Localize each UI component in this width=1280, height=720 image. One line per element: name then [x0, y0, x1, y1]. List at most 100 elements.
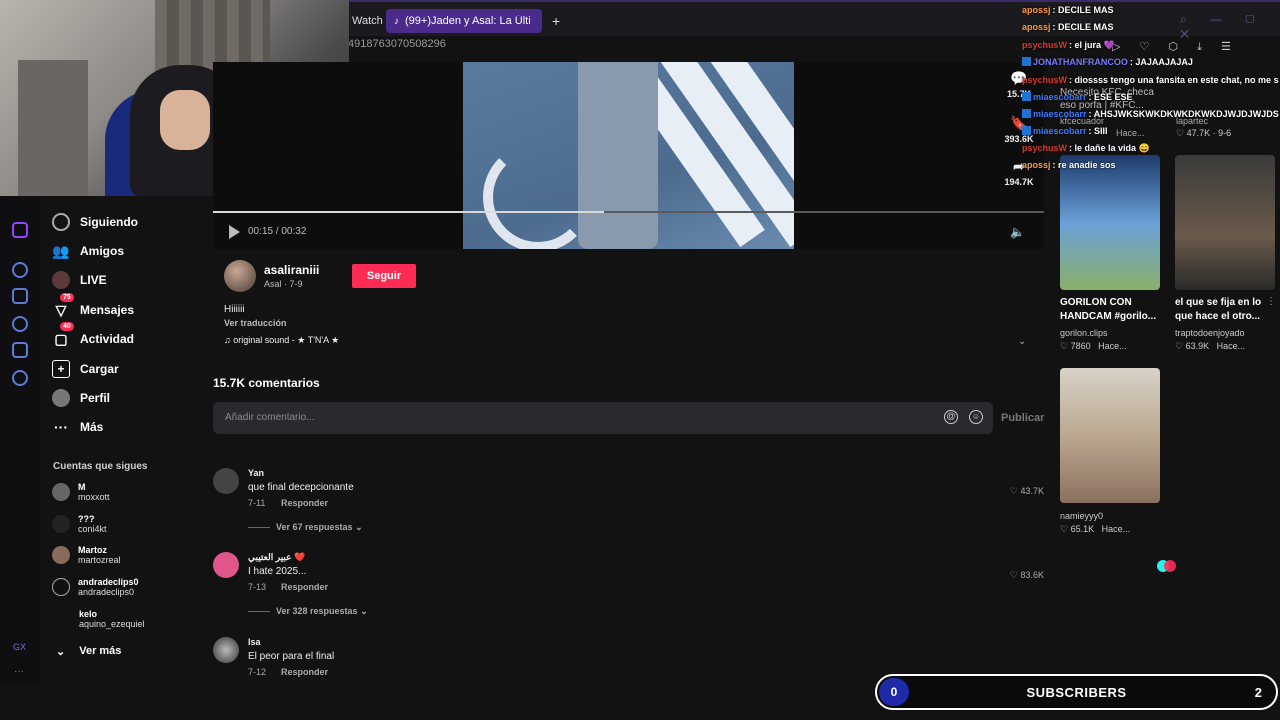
author-avatar[interactable]	[224, 260, 256, 292]
activity-icon: ▢ 40	[52, 322, 74, 348]
like-button[interactable]: ♡ 83.6K	[1010, 570, 1044, 581]
mention-icon[interactable]: @	[944, 410, 958, 424]
comment-user[interactable]: Yan	[248, 468, 264, 478]
followed-account[interactable]: andradeclips0 andradeclips0	[52, 577, 139, 597]
chat-message: psychusW: diossss tengo una fansita en e…	[1022, 75, 1279, 85]
account-name: kelo	[79, 609, 98, 619]
see-more-button[interactable]: ⌄ Ver más	[56, 645, 121, 658]
avatar	[52, 483, 70, 501]
notification-badge: 75	[60, 293, 74, 302]
rec-thumbnail[interactable]	[1060, 155, 1160, 290]
rec-author[interactable]: traptodoenjoyado	[1175, 328, 1245, 338]
like-button[interactable]: ♡ 43.7K	[1010, 486, 1044, 497]
player-icon[interactable]	[12, 262, 28, 278]
rec-thumbnail[interactable]	[1175, 155, 1275, 290]
volume-icon[interactable]: 🔈	[1010, 225, 1025, 239]
account-handle: moxxott	[78, 492, 110, 502]
shares-count: 194.7K	[1004, 177, 1034, 187]
prime-badge-icon	[1022, 57, 1031, 66]
nav-activity[interactable]: ▢ 40 Actividad	[52, 322, 134, 348]
avatar[interactable]	[213, 637, 239, 663]
comment-input[interactable]: Añadir comentario... @ ☺	[213, 402, 993, 434]
heart-icon: ♡	[1009, 570, 1021, 580]
webcam-face	[160, 90, 210, 150]
nav-upload[interactable]: + Cargar	[52, 360, 119, 378]
chat-text: : JAJAAJAJAJ	[1129, 57, 1193, 67]
reply-button[interactable]: Responder	[281, 667, 328, 677]
rec-meta: ♡ 65.1K Hace...	[1060, 524, 1130, 535]
nav-live[interactable]: LIVE	[52, 271, 107, 289]
new-tab-button[interactable]: +	[544, 9, 564, 33]
rec-title[interactable]: el que se fija en lo que hace el otro...	[1175, 296, 1270, 324]
url-text[interactable]: 4918763070508296	[348, 38, 446, 50]
more-icon[interactable]: ···	[14, 666, 24, 677]
rec-author[interactable]: namieyyy0	[1060, 511, 1103, 521]
video-progress-bar[interactable]	[213, 211, 1044, 213]
account-name: Martoz	[78, 545, 107, 555]
chat-text: : el jura 💜	[1069, 40, 1115, 50]
divider	[248, 611, 270, 613]
chat-user: apossj	[1022, 5, 1051, 15]
chat-text: : SIII	[1088, 126, 1108, 136]
nav-profile[interactable]: Perfil	[52, 389, 110, 407]
tiktok-logo-icon	[1157, 560, 1176, 572]
prime-badge-icon	[1022, 126, 1031, 135]
more-icon: ···	[54, 419, 68, 435]
chat-user: miaescobarr	[1033, 109, 1087, 119]
play-icon[interactable]	[229, 225, 240, 239]
nav-messages[interactable]: ▽ 75 Mensajes	[52, 293, 134, 319]
followed-account[interactable]: kelo aquino_ezequiel	[79, 609, 145, 629]
extensions-icon[interactable]	[12, 342, 28, 358]
rec-time: Hace...	[1098, 341, 1127, 351]
nav-friends[interactable]: 👥 Amigos	[52, 242, 124, 260]
apps-icon[interactable]	[12, 288, 28, 304]
chat-message: apossj: re anadie sos	[1022, 160, 1116, 170]
heart-icon: ♡	[1009, 486, 1021, 496]
view-replies[interactable]: Ver 328 respuestas ⌄	[248, 606, 368, 617]
gx-icon[interactable]: GX	[13, 642, 26, 652]
reply-button[interactable]: Responder	[281, 498, 328, 508]
video-caption: Hiiiiii	[224, 304, 245, 315]
translate-link[interactable]: Ver traducción	[224, 318, 287, 328]
video-player[interactable]	[213, 62, 1044, 249]
sound-link[interactable]: ♫ original sound - ★ T'N'A ★	[224, 335, 339, 346]
view-replies[interactable]: Ver 67 respuestas ⌄	[248, 522, 363, 533]
followed-account[interactable]: Martoz martozreal	[52, 545, 121, 565]
see-more-label: Ver más	[79, 645, 122, 657]
rec-thumbnail[interactable]	[1060, 368, 1160, 503]
author-name[interactable]: asaliraniii	[264, 263, 319, 277]
settings-icon[interactable]	[12, 370, 28, 386]
publish-button[interactable]: Publicar	[1001, 412, 1044, 424]
followed-account[interactable]: Mmoxxott	[52, 482, 110, 502]
chat-message: apossj: DECILE MAS	[1022, 22, 1114, 32]
tab-active[interactable]: ♪ (99+)Jaden y Asal: La Últi	[386, 9, 542, 33]
follow-button[interactable]: Seguir	[352, 264, 416, 288]
stream-chat: apossj: DECILE MAS apossj: DECILE MAS ps…	[1022, 5, 1280, 175]
tab-watch[interactable]: Watch	[344, 9, 383, 33]
comment-user[interactable]: Isa	[248, 637, 261, 647]
chevron-down-icon: ⌄	[355, 522, 363, 532]
live-icon	[52, 271, 70, 289]
more-options-icon[interactable]: ⋮	[1266, 296, 1276, 307]
history-icon[interactable]	[12, 316, 28, 332]
chat-user: miaescobarr	[1033, 92, 1087, 102]
prime-badge-icon	[1022, 109, 1031, 118]
nav-following[interactable]: Siguiendo	[52, 213, 138, 231]
twitch-icon[interactable]	[12, 222, 28, 238]
avatar[interactable]	[213, 468, 239, 494]
nav-label: Más	[80, 420, 104, 434]
chevron-down-icon[interactable]: ⌄	[1018, 336, 1026, 347]
profile-icon	[52, 389, 70, 407]
emoji-icon[interactable]: ☺	[969, 410, 983, 424]
rec-author[interactable]: gorilon.clips	[1060, 328, 1108, 338]
rec-title[interactable]: GORILON CON HANDCAM #gorilo...	[1060, 296, 1170, 324]
comment-user[interactable]: عبير العتيبي ❤️	[248, 552, 305, 563]
chat-message: miaescobarr: AHSJWKSKWKDKWKDKWKDJWJDJWJD…	[1022, 109, 1279, 119]
avatar[interactable]	[213, 552, 239, 578]
nav-more[interactable]: ··· Más	[52, 418, 103, 436]
comment-item: Isa El peor para el final 7-12 Responder	[213, 637, 1044, 677]
messages-icon: ▽ 75	[52, 293, 74, 319]
account-handle: andradeclips0	[78, 587, 135, 597]
followed-account[interactable]: ??? coni4kt	[52, 514, 107, 534]
reply-button[interactable]: Responder	[281, 582, 328, 592]
